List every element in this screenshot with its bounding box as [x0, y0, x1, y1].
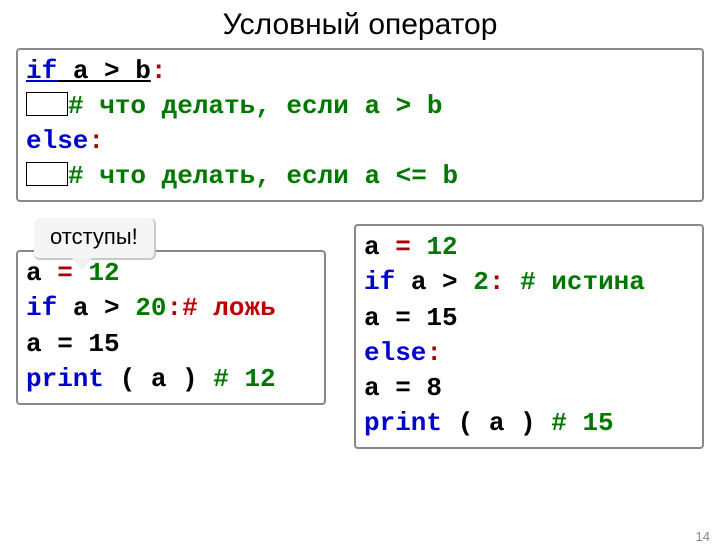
gap — [504, 267, 520, 297]
num-12: 12 — [88, 258, 119, 288]
print-args: ( a ) — [442, 408, 551, 438]
cond-text: a > b — [57, 56, 151, 86]
space — [411, 232, 427, 262]
cond-text: a > — [57, 293, 135, 323]
code-line: a = 12 — [26, 256, 316, 291]
page-title: Условный оператор — [0, 8, 720, 42]
num-20: 20 — [135, 293, 166, 323]
colon: : — [166, 293, 182, 323]
code-line-4: # что делать, если a <= b — [26, 159, 694, 194]
right-code-box: a = 12 if a > 2: # истина a = 15 else: a… — [354, 224, 704, 449]
code-line: print ( a ) # 15 — [364, 406, 694, 441]
page-number: 14 — [696, 529, 710, 544]
code-line: a = 15 — [26, 327, 316, 362]
code-line: print ( a ) # 12 — [26, 362, 316, 397]
code-line: a = 8 — [364, 371, 694, 406]
comment-false: # ложь — [182, 293, 276, 323]
comment-15: # 15 — [551, 408, 613, 438]
indent-box — [26, 92, 68, 116]
colon: : — [426, 338, 442, 368]
comment-true: # истина — [520, 267, 645, 297]
colon: : — [88, 126, 104, 156]
comment-a-gt-b: # что делать, если a > b — [68, 91, 442, 121]
code-line: a = 15 — [364, 301, 694, 336]
var-a: a — [26, 258, 57, 288]
keyword-else: else — [364, 338, 426, 368]
op-assign: = — [57, 258, 73, 288]
comment-a-le-b: # что делать, если a <= b — [68, 161, 458, 191]
num-12: 12 — [426, 232, 457, 262]
keyword-if: if — [26, 293, 57, 323]
keyword-else: else — [26, 126, 88, 156]
code-line: if a > 2: # истина — [364, 265, 694, 300]
keyword-print: print — [364, 408, 442, 438]
callout-indents: отступы! — [34, 218, 156, 260]
code-line: a = 12 — [364, 230, 694, 265]
keyword-print: print — [26, 364, 104, 394]
num-2: 2 — [473, 267, 489, 297]
var-a: a — [364, 232, 395, 262]
main-code-box: if a > b: # что делать, если a > b else:… — [16, 48, 704, 202]
keyword-if: if — [26, 56, 57, 86]
cond-text: a > — [395, 267, 473, 297]
left-code-box: a = 12 if a > 20:# ложь a = 15 print ( a… — [16, 250, 326, 404]
colon: : — [489, 267, 505, 297]
print-args: ( a ) — [104, 364, 213, 394]
code-line-1: if a > b: — [26, 54, 694, 89]
op-assign: = — [395, 232, 411, 262]
comment-12: # 12 — [213, 364, 275, 394]
code-line-2: # что делать, если a > b — [26, 89, 694, 124]
keyword-if: if — [364, 267, 395, 297]
colon: : — [151, 56, 167, 86]
indent-box — [26, 162, 68, 186]
code-line: if a > 20:# ложь — [26, 291, 316, 326]
code-line-3: else: — [26, 124, 694, 159]
code-line: else: — [364, 336, 694, 371]
